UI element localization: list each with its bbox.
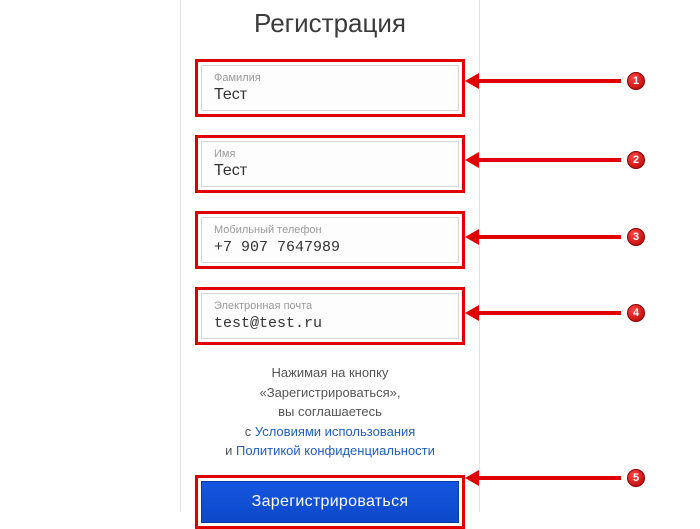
highlight-email: Электронная почта (195, 287, 465, 345)
page-title: Регистрация (181, 8, 479, 39)
agreement-line3: вы соглашаетесь (278, 404, 382, 419)
callout-3: 3 (465, 227, 645, 247)
field-phone[interactable]: Мобильный телефон (201, 217, 459, 263)
register-button[interactable]: Зарегистрироваться (201, 481, 459, 523)
arrow-left-icon (465, 305, 479, 321)
arrow-left-icon (465, 152, 479, 168)
arrow-left-icon (465, 73, 479, 89)
callout-badge-3: 3 (627, 228, 645, 246)
agreement-line5-prefix: и (225, 443, 236, 458)
highlight-register-button: Зарегистрироваться (195, 475, 465, 529)
registration-panel: Регистрация Фамилия Имя Мобильный телефо… (180, 0, 480, 512)
agreement-line2: «Зарегистрироваться», (260, 385, 401, 400)
input-phone[interactable] (214, 239, 446, 256)
callout-badge-4: 4 (627, 304, 645, 322)
terms-link[interactable]: Условиями использования (255, 424, 416, 439)
input-email[interactable] (214, 315, 446, 332)
highlight-phone: Мобильный телефон (195, 211, 465, 269)
arrow-left-icon (465, 229, 479, 245)
label-email: Электронная почта (214, 300, 446, 312)
callout-badge-2: 2 (627, 151, 645, 169)
input-lastname[interactable] (214, 86, 446, 104)
callout-1: 1 (465, 71, 645, 91)
callout-badge-5: 5 (627, 469, 645, 487)
highlight-firstname: Имя (195, 135, 465, 193)
agreement-text: Нажимая на кнопку «Зарегистрироваться», … (201, 363, 459, 461)
agreement-line4-prefix: с (245, 424, 255, 439)
callout-badge-1: 1 (627, 72, 645, 90)
highlight-lastname: Фамилия (195, 59, 465, 117)
field-firstname[interactable]: Имя (201, 141, 459, 187)
label-phone: Мобильный телефон (214, 224, 446, 236)
label-lastname: Фамилия (214, 72, 446, 84)
label-firstname: Имя (214, 148, 446, 160)
arrow-left-icon (465, 470, 479, 486)
callout-2: 2 (465, 150, 645, 170)
input-firstname[interactable] (214, 162, 446, 180)
field-lastname[interactable]: Фамилия (201, 65, 459, 111)
field-email[interactable]: Электронная почта (201, 293, 459, 339)
callout-5: 5 (465, 468, 645, 488)
callout-4: 4 (465, 303, 645, 323)
privacy-link[interactable]: Политикой конфиденциальности (236, 443, 435, 458)
agreement-line1: Нажимая на кнопку (272, 365, 389, 380)
